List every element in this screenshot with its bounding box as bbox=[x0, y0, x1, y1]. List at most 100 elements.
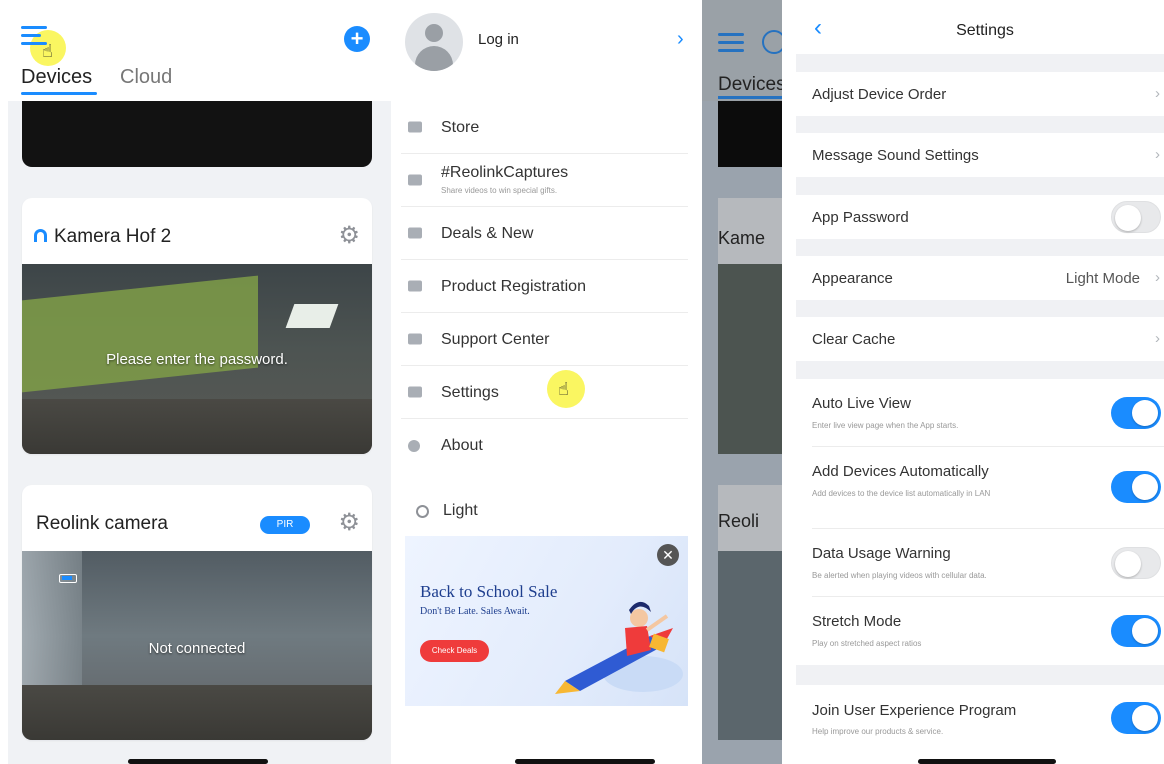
drawer-item-label: Store bbox=[441, 119, 480, 136]
drawer-screen: Devices Kame Reoli Log in › Store #Reoli… bbox=[401, 0, 782, 764]
store-icon bbox=[408, 121, 422, 133]
tab-cloud[interactable]: Cloud bbox=[120, 66, 172, 89]
devices-header: ☝ + Devices Cloud bbox=[8, 0, 391, 101]
hamburger-menu-icon bbox=[718, 33, 744, 53]
gear-icon bbox=[408, 386, 422, 398]
chevron-right-icon: › bbox=[1155, 269, 1160, 286]
drawer-item-captures[interactable]: #ReolinkCaptures Share videos to win spe… bbox=[401, 154, 688, 207]
video-message: Not connected bbox=[148, 640, 246, 657]
drawer-item-settings[interactable]: Settings ☝ bbox=[401, 366, 688, 419]
settings-row-message-sound[interactable]: Message Sound Settings › bbox=[796, 133, 1164, 177]
settings-row-label: Clear Cache bbox=[812, 331, 896, 348]
settings-row-label: Appearance bbox=[812, 270, 893, 287]
background-video bbox=[718, 264, 782, 454]
sun-icon bbox=[416, 505, 429, 518]
drawer-item-label: Product Registration bbox=[441, 278, 586, 295]
side-drawer: Log in › Store #ReolinkCaptures Share vi… bbox=[401, 0, 702, 764]
edit-icon bbox=[408, 280, 422, 292]
page-title: Settings bbox=[956, 22, 1014, 39]
devices-screen: ☝ + Devices Cloud Kamera Hof 2 ⚙ Please … bbox=[8, 0, 391, 764]
settings-row-subtitle: Help improve our products & service. bbox=[812, 727, 944, 736]
banner-title: Back to School Sale bbox=[420, 582, 558, 601]
info-icon bbox=[408, 439, 420, 452]
user-experience-toggle[interactable] bbox=[1111, 702, 1161, 734]
drawer-item-label: Support Center bbox=[441, 331, 550, 348]
battery-icon bbox=[59, 574, 77, 583]
settings-row-label: Auto Live View bbox=[812, 395, 911, 412]
settings-row-subtitle: Enter live view page when the App starts… bbox=[812, 421, 959, 430]
settings-row-device-order[interactable]: Adjust Device Order › bbox=[796, 72, 1164, 116]
hand-cursor-icon: ☝ bbox=[558, 379, 569, 399]
camera-preview-partial[interactable] bbox=[22, 101, 372, 167]
gear-icon[interactable]: ⚙ bbox=[338, 511, 360, 535]
settings-row-subtitle: Add devices to the device list automatic… bbox=[812, 489, 991, 498]
chevron-right-icon: › bbox=[1155, 85, 1160, 102]
data-usage-toggle[interactable] bbox=[1111, 547, 1161, 579]
chevron-right-icon: › bbox=[1155, 146, 1160, 163]
banner-subtitle: Don't Be Late. Sales Await. bbox=[420, 606, 530, 617]
tab-devices[interactable]: Devices bbox=[21, 66, 92, 89]
stretch-mode-toggle[interactable] bbox=[1111, 615, 1161, 647]
settings-header: ‹ Settings bbox=[796, 0, 1164, 54]
add-devices-toggle[interactable] bbox=[1111, 471, 1161, 503]
theme-label: Light bbox=[443, 502, 478, 519]
background-preview bbox=[718, 101, 782, 167]
video-scene bbox=[22, 685, 372, 740]
drawer-item-deals[interactable]: Deals & New bbox=[401, 207, 688, 260]
home-indicator bbox=[918, 759, 1056, 764]
drawer-item-label: Deals & New bbox=[441, 225, 534, 242]
check-deals-button[interactable]: Check Deals bbox=[420, 640, 489, 662]
login-link[interactable]: Log in bbox=[478, 31, 519, 48]
background-card-title: Reoli bbox=[718, 511, 760, 531]
background-video bbox=[718, 551, 782, 740]
video-message: Please enter the password. bbox=[106, 351, 288, 368]
drawer-item-about[interactable]: About bbox=[401, 419, 688, 472]
camera-video[interactable]: Please enter the password. bbox=[22, 264, 372, 454]
cloud-arc-icon bbox=[34, 229, 47, 242]
settings-row-add-devices: Add Devices Automatically Add devices to… bbox=[796, 447, 1164, 529]
drawer-item-registration[interactable]: Product Registration bbox=[401, 260, 688, 313]
camera-card[interactable]: Kamera Hof 2 ⚙ Please enter the password… bbox=[22, 198, 372, 454]
chevron-right-icon[interactable]: › bbox=[677, 28, 684, 51]
drawer-item-subtitle: Share videos to win special gifts. bbox=[441, 186, 558, 195]
settings-row-clear-cache[interactable]: Clear Cache › bbox=[796, 317, 1164, 361]
background-devices-screen: Devices Kame Reoli bbox=[702, 0, 782, 764]
rocket-girl-illustration bbox=[555, 601, 683, 694]
gear-icon[interactable]: ⚙ bbox=[338, 224, 360, 248]
settings-row-stretch-mode: Stretch Mode Play on stretched aspect ra… bbox=[796, 597, 1164, 665]
camera-video[interactable]: Not connected bbox=[22, 551, 372, 740]
settings-row-label: Adjust Device Order bbox=[812, 86, 947, 103]
home-indicator bbox=[515, 759, 655, 764]
avatar[interactable] bbox=[405, 13, 463, 71]
flag-icon bbox=[408, 227, 422, 239]
theme-toggle[interactable]: Light bbox=[401, 494, 688, 530]
camera-card[interactable]: Reolink camera PIR ⚙ Not connected bbox=[22, 485, 372, 740]
active-tab-indicator bbox=[21, 92, 97, 95]
settings-row-label: Join User Experience Program bbox=[812, 702, 1017, 719]
background-tab-devices: Devices bbox=[718, 74, 782, 95]
settings-row-label: Message Sound Settings bbox=[812, 147, 979, 164]
add-device-button[interactable]: + bbox=[344, 26, 370, 52]
settings-screen: ‹ Settings Adjust Device Order › Message… bbox=[796, 0, 1164, 764]
drawer-item-support[interactable]: Support Center bbox=[401, 313, 688, 366]
auto-live-view-toggle[interactable] bbox=[1111, 397, 1161, 429]
close-icon[interactable]: ✕ bbox=[657, 544, 679, 566]
settings-row-label: Data Usage Warning bbox=[812, 545, 951, 562]
video-scene bbox=[22, 399, 372, 454]
hand-cursor-icon: ☝ bbox=[42, 41, 53, 61]
settings-row-label: Add Devices Automatically bbox=[812, 463, 989, 480]
drawer-item-store[interactable]: Store bbox=[401, 101, 688, 154]
camera-name: Reolink camera bbox=[36, 513, 168, 534]
promo-banner[interactable]: Back to School Sale Don't Be Late. Sales… bbox=[405, 536, 688, 706]
drawer-item-label: Settings bbox=[441, 384, 499, 401]
video-scene bbox=[22, 275, 258, 393]
chevron-right-icon: › bbox=[1155, 330, 1160, 347]
settings-row-appearance[interactable]: Appearance Light Mode › bbox=[796, 256, 1164, 300]
settings-row-data-usage: Data Usage Warning Be alerted when playi… bbox=[796, 529, 1164, 597]
drawer-item-label: #ReolinkCaptures bbox=[441, 164, 569, 181]
app-password-toggle[interactable] bbox=[1111, 201, 1161, 233]
active-tab-indicator bbox=[718, 96, 782, 99]
settings-row-auto-live-view: Auto Live View Enter live view page when… bbox=[796, 379, 1164, 447]
camera-name: Kamera Hof 2 bbox=[54, 226, 172, 247]
home-indicator bbox=[128, 759, 268, 764]
